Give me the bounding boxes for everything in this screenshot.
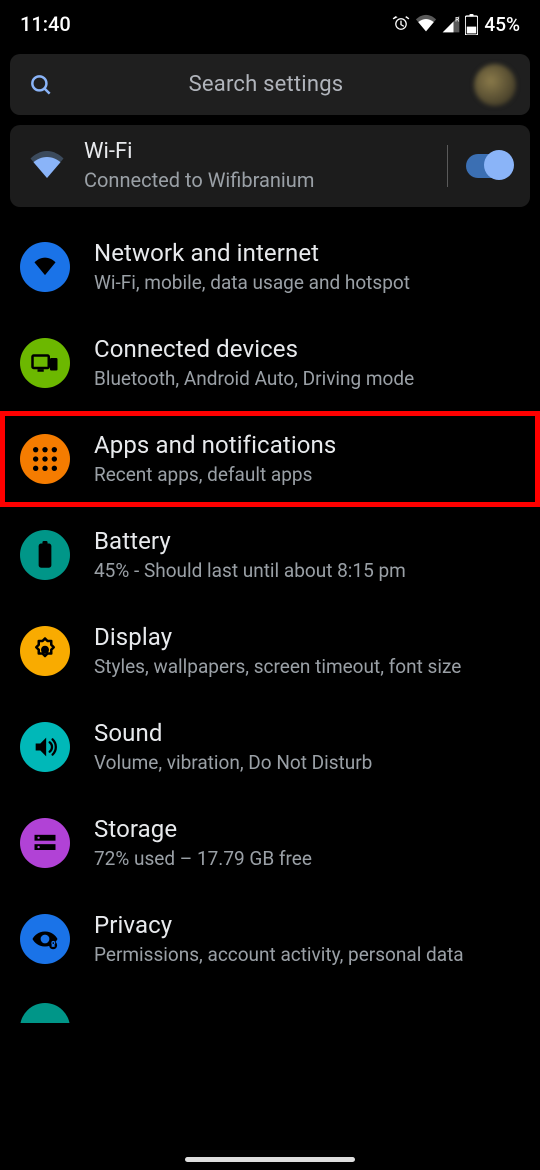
svg-text:R: R (456, 16, 461, 24)
divider (447, 145, 448, 187)
status-time: 11:40 (20, 12, 71, 36)
item-title: Connected devices (94, 334, 520, 364)
search-placeholder: Search settings (70, 72, 462, 97)
settings-list: Network and internetWi-Fi, mobile, data … (0, 219, 540, 987)
apps-icon (20, 434, 70, 484)
settings-item-storage[interactable]: Storage72% used – 17.79 GB free (0, 795, 540, 891)
item-subtitle: Volume, vibration, Do Not Disturb (94, 750, 520, 776)
item-subtitle: Bluetooth, Android Auto, Driving mode (94, 366, 520, 392)
profile-avatar[interactable] (474, 64, 516, 106)
item-subtitle: 45% - Should last until about 8:15 pm (94, 558, 520, 584)
search-icon (24, 72, 58, 98)
volume-icon (20, 722, 70, 772)
signal-icon: R (441, 14, 461, 34)
settings-item-connected-devices[interactable]: Connected devicesBluetooth, Android Auto… (0, 315, 540, 411)
settings-item-location[interactable] (0, 987, 540, 1053)
item-title: Network and internet (94, 238, 520, 268)
brightness-icon (20, 626, 70, 676)
item-subtitle: Permissions, account activity, personal … (94, 942, 520, 968)
status-bar: 11:40 R 45% (0, 0, 540, 44)
battery-icon (465, 14, 478, 35)
wifi-subtitle: Connected to Wifibranium (84, 167, 429, 194)
wifi-title: Wi-Fi (84, 138, 429, 167)
item-title: Sound (94, 718, 520, 748)
search-settings[interactable]: Search settings (10, 54, 530, 115)
item-title: Privacy (94, 910, 520, 940)
privacy-icon (20, 914, 70, 964)
alarm-icon (391, 14, 411, 34)
settings-item-apps-and-notifications[interactable]: Apps and notificationsRecent apps, defau… (0, 411, 540, 507)
wifi-icon (20, 242, 70, 292)
wifi-quick-card[interactable]: Wi-Fi Connected to Wifibranium (10, 125, 530, 207)
settings-item-battery[interactable]: Battery45% - Should last until about 8:1… (0, 507, 540, 603)
item-subtitle: Recent apps, default apps (94, 462, 520, 488)
settings-item-privacy[interactable]: PrivacyPermissions, account activity, pe… (0, 891, 540, 987)
battery-icon (20, 530, 70, 580)
nav-handle[interactable] (185, 1157, 355, 1162)
settings-item-display[interactable]: DisplayStyles, wallpapers, screen timeou… (0, 603, 540, 699)
storage-icon (20, 818, 70, 868)
wifi-status-icon (415, 14, 437, 34)
item-subtitle: Wi-Fi, mobile, data usage and hotspot (94, 270, 520, 296)
wifi-icon (28, 151, 84, 181)
item-title: Storage (94, 814, 520, 844)
item-title: Battery (94, 526, 520, 556)
devices-icon (20, 338, 70, 388)
item-title: Display (94, 622, 520, 652)
wifi-toggle[interactable] (466, 154, 512, 178)
settings-item-network-and-internet[interactable]: Network and internetWi-Fi, mobile, data … (0, 219, 540, 315)
location-icon (20, 1003, 70, 1053)
item-subtitle: 72% used – 17.79 GB free (94, 846, 520, 872)
item-title: Apps and notifications (94, 430, 520, 460)
battery-percent: 45% (484, 13, 520, 36)
settings-item-sound[interactable]: SoundVolume, vibration, Do Not Disturb (0, 699, 540, 795)
item-subtitle: Styles, wallpapers, screen timeout, font… (94, 654, 520, 680)
status-icons: R 45% (391, 13, 520, 36)
